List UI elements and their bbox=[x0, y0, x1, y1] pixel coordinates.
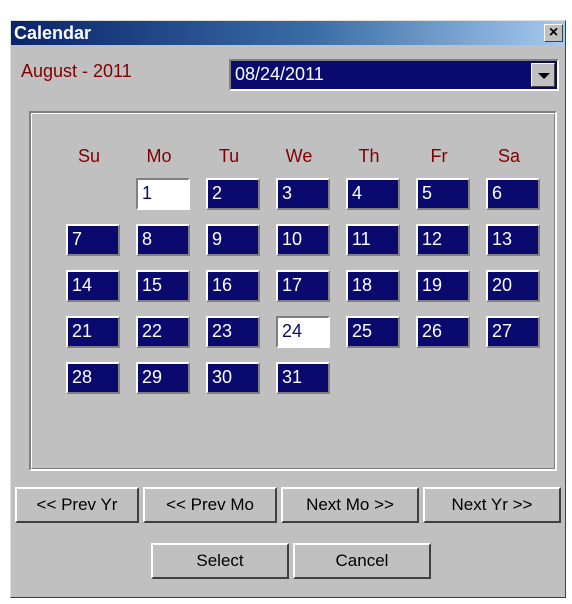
day-cell[interactable]: 8 bbox=[136, 224, 190, 256]
date-dropdown-value: 08/24/2011 bbox=[235, 64, 324, 84]
day-cell[interactable]: 19 bbox=[416, 270, 470, 302]
month-year-label: August - 2011 bbox=[21, 61, 132, 81]
day-cell[interactable]: 11 bbox=[346, 224, 400, 256]
day-cell[interactable]: 16 bbox=[206, 270, 260, 302]
day-cell[interactable]: 22 bbox=[136, 316, 190, 348]
calendar-grid-panel: Su Mo Tu We Th Fr Sa 1 2 3 4 5 6 7 8 9 10 11 12 13 14 15 16 17 1… bbox=[29, 111, 557, 471]
day-cell[interactable]: 1 bbox=[136, 178, 190, 210]
day-cell[interactable]: 18 bbox=[346, 270, 400, 302]
weekday-header: Sa bbox=[497, 146, 521, 166]
weekday-header: Tu bbox=[218, 146, 240, 166]
prev-year-button[interactable]: << Prev Yr bbox=[15, 487, 139, 523]
day-cell[interactable]: 14 bbox=[66, 270, 120, 302]
day-cell[interactable]: 30 bbox=[206, 362, 260, 394]
dropdown-arrow-icon[interactable] bbox=[531, 63, 555, 87]
day-cell[interactable]: 4 bbox=[346, 178, 400, 210]
day-cell[interactable]: 12 bbox=[416, 224, 470, 256]
cancel-button[interactable]: Cancel bbox=[293, 543, 431, 579]
day-cell[interactable]: 15 bbox=[136, 270, 190, 302]
day-cell[interactable]: 29 bbox=[136, 362, 190, 394]
day-cell[interactable]: 9 bbox=[206, 224, 260, 256]
weekday-header: Th bbox=[358, 146, 380, 166]
window-title: Calendar bbox=[14, 23, 92, 43]
select-button[interactable]: Select bbox=[151, 543, 289, 579]
day-cell[interactable]: 10 bbox=[276, 224, 330, 256]
day-cell[interactable]: 2 bbox=[206, 178, 260, 210]
day-cell[interactable]: 31 bbox=[276, 362, 330, 394]
next-month-button[interactable]: Next Mo >> bbox=[281, 487, 419, 523]
day-cell[interactable]: 5 bbox=[416, 178, 470, 210]
day-cell[interactable]: 28 bbox=[66, 362, 120, 394]
close-icon: × bbox=[548, 24, 559, 41]
calendar-grid: Su Mo Tu We Th Fr Sa 1 2 3 4 5 6 7 8 9 10 11 12 13 14 15 16 17 1… bbox=[31, 113, 555, 469]
weekday-header: Su bbox=[77, 146, 101, 166]
day-cell[interactable]: 23 bbox=[206, 316, 260, 348]
day-cell[interactable]: 21 bbox=[66, 316, 120, 348]
day-cell[interactable]: 6 bbox=[486, 178, 540, 210]
day-cell[interactable]: 7 bbox=[66, 224, 120, 256]
date-dropdown[interactable]: 08/24/2011 bbox=[229, 59, 559, 91]
day-cell[interactable]: 26 bbox=[416, 316, 470, 348]
weekday-header: We bbox=[285, 146, 313, 166]
weekday-header: Fr bbox=[430, 146, 448, 166]
weekday-header: Mo bbox=[146, 146, 172, 166]
next-year-button[interactable]: Next Yr >> bbox=[423, 487, 561, 523]
day-cell[interactable]: 3 bbox=[276, 178, 330, 210]
day-cell[interactable]: 27 bbox=[486, 316, 540, 348]
day-cell[interactable]: 13 bbox=[486, 224, 540, 256]
close-button[interactable]: × bbox=[544, 24, 563, 42]
day-cell[interactable]: 24 bbox=[276, 316, 330, 348]
title-bar: Calendar × bbox=[11, 21, 565, 45]
prev-month-button[interactable]: << Prev Mo bbox=[143, 487, 277, 523]
day-cell[interactable]: 25 bbox=[346, 316, 400, 348]
day-cell[interactable]: 20 bbox=[486, 270, 540, 302]
calendar-window: Calendar × August - 2011 08/24/2011 Su Mo… bbox=[10, 20, 566, 598]
day-cell[interactable]: 17 bbox=[276, 270, 330, 302]
